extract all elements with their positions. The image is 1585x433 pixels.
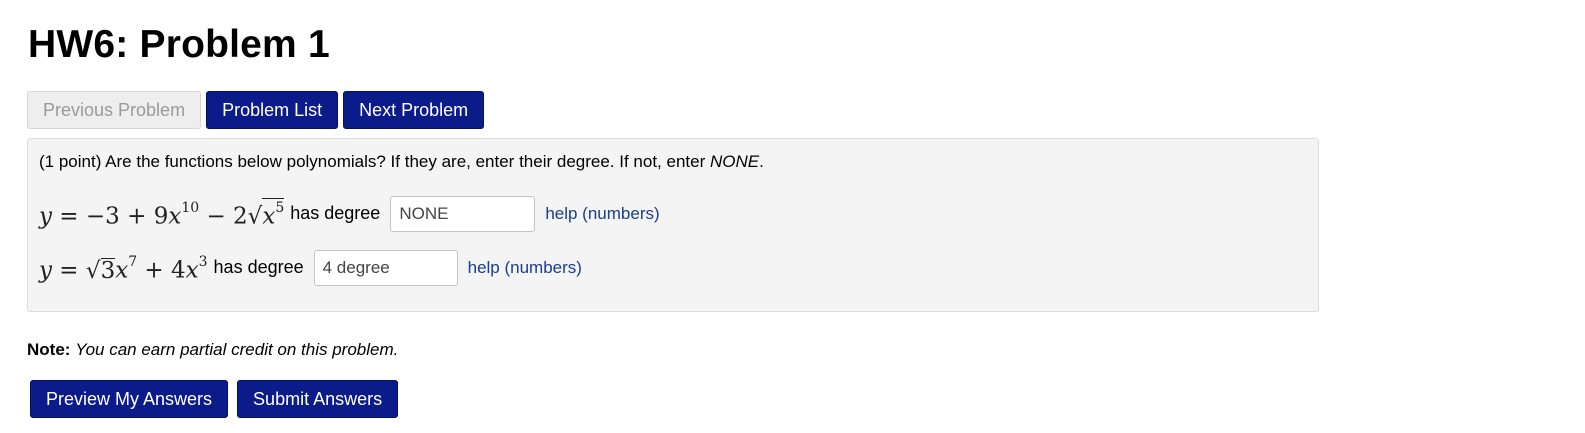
problem-page: HW6: Problem 1 Previous Problem Problem …: [0, 0, 1585, 433]
has-degree-label-1: has degree: [290, 203, 381, 224]
question-row-1: y = −3 + 9x10 − 2√x5 has degree help (nu…: [39, 193, 660, 235]
next-problem-button[interactable]: Next Problem: [343, 91, 485, 129]
page-title: HW6: Problem 1: [28, 23, 330, 66]
preview-answers-button[interactable]: Preview My Answers: [30, 380, 229, 418]
answer-actions: Preview My Answers Submit Answers: [30, 380, 399, 418]
question-row-2: y = √3x7 + 4x3 has degree help (numbers): [39, 247, 582, 289]
help-numbers-link-2[interactable]: help (numbers): [468, 258, 582, 278]
note-label: Note:: [27, 340, 71, 359]
problem-navigation: Previous Problem Problem List Next Probl…: [27, 91, 485, 129]
previous-problem-button[interactable]: Previous Problem: [27, 91, 202, 129]
points-label: (1 point): [39, 152, 102, 171]
instructions-end: .: [759, 152, 764, 171]
has-degree-label-2: has degree: [213, 257, 304, 278]
none-keyword: NONE: [709, 152, 760, 171]
note-text: You can earn partial credit on this prob…: [75, 340, 399, 359]
equation-1: y = −3 + 9x10 − 2√x5: [39, 198, 285, 230]
instructions-text: Are the functions below polynomials? If …: [105, 152, 710, 171]
degree-answer-input-2[interactable]: [313, 249, 458, 286]
partial-credit-note: Note: You can earn partial credit on thi…: [27, 340, 398, 360]
problem-instructions: (1 point) Are the functions below polyno…: [39, 152, 764, 172]
equation-2: y = √3x7 + 4x3: [39, 254, 208, 284]
problem-body: (1 point) Are the functions below polyno…: [27, 138, 1319, 312]
help-numbers-link-1[interactable]: help (numbers): [545, 204, 659, 224]
degree-answer-input-1[interactable]: [390, 195, 536, 232]
submit-answers-button[interactable]: Submit Answers: [237, 380, 399, 418]
problem-list-button[interactable]: Problem List: [206, 91, 339, 129]
